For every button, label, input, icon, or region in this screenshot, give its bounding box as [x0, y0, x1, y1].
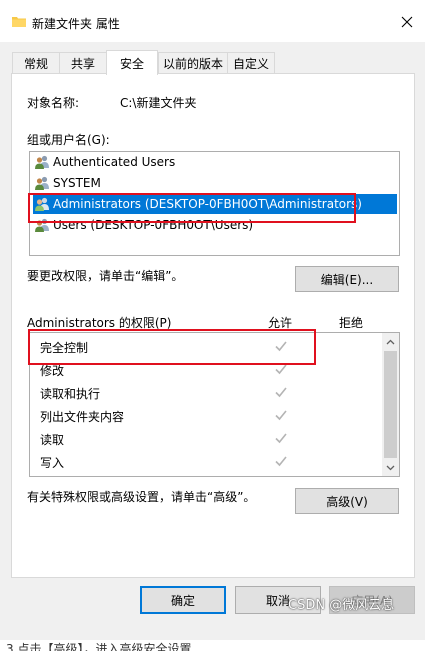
- advanced-button[interactable]: 高级(V): [295, 488, 399, 514]
- scroll-down-button[interactable]: [382, 459, 399, 476]
- properties-dialog: 新建文件夹 属性 常规 共享 安全 以前的版本 自定义 对象名称: C:\新建文…: [0, 0, 425, 640]
- permissions-scrollbar[interactable]: [382, 333, 399, 476]
- window-title: 新建文件夹 属性: [32, 17, 120, 31]
- allow-check-icon: [275, 456, 287, 467]
- permission-row-modify: 修改: [30, 358, 383, 381]
- edit-button-label: 编辑(E)...: [320, 272, 374, 287]
- group-name: Users (DESKTOP-0FBH0OT\Users): [53, 218, 254, 232]
- tab-label: 共享: [70, 57, 95, 71]
- chevron-up-icon: [386, 339, 395, 344]
- permissions-list: 完全控制 修改 读取和执行 列出文件夹内容 读取 写入: [29, 332, 400, 477]
- title-bar: 新建文件夹 属性: [0, 0, 425, 42]
- allow-column-header: 允许: [268, 316, 293, 330]
- allow-check-icon: [275, 387, 287, 398]
- group-item-authenticated-users[interactable]: Authenticated Users: [34, 152, 175, 172]
- close-icon: [401, 16, 413, 28]
- permission-name: 写入: [40, 456, 65, 470]
- tab-label: 常规: [23, 57, 48, 71]
- cancel-button-label: 取消: [265, 593, 290, 608]
- permission-name: 修改: [40, 364, 65, 378]
- group-name: Authenticated Users: [53, 155, 176, 169]
- permission-row-full-control: 完全控制: [30, 335, 383, 358]
- allow-check-icon: [275, 410, 287, 421]
- allow-check-icon: [275, 364, 287, 375]
- permission-name: 读取和执行: [40, 387, 101, 401]
- security-panel: 对象名称: C:\新建文件夹 组或用户名(G): Authenticated U…: [11, 73, 415, 578]
- change-permissions-hint: 要更改权限，请单击“编辑”。: [27, 269, 184, 283]
- permission-row-read: 读取: [30, 427, 383, 450]
- users-icon: [35, 197, 49, 211]
- tab-previous-versions[interactable]: 以前的版本: [158, 52, 228, 74]
- tab-label: 以前的版本: [162, 57, 223, 71]
- permission-name: 完全控制: [40, 341, 89, 355]
- close-button[interactable]: [389, 4, 425, 40]
- permission-name: 读取: [40, 433, 65, 447]
- allow-check-icon: [275, 433, 287, 444]
- permission-name: 列出文件夹内容: [40, 410, 125, 424]
- group-item-administrators[interactable]: Administrators (DESKTOP-0FBH0OT\Administ…: [33, 194, 397, 214]
- edit-button[interactable]: 编辑(E)...: [295, 266, 399, 292]
- allow-check-icon: [275, 341, 287, 352]
- deny-column-header: 拒绝: [339, 316, 364, 330]
- permissions-header: Administrators 的权限(P): [27, 316, 172, 330]
- group-list[interactable]: Authenticated Users SYSTEM Administrator…: [29, 151, 400, 256]
- advanced-hint: 有关特殊权限或高级设置，请单击“高级”。: [27, 490, 256, 504]
- instruction-caption: 3.点击【高级】，进入高级安全设置: [6, 642, 192, 651]
- scroll-up-button[interactable]: [382, 333, 399, 350]
- tab-label: 安全: [119, 56, 144, 71]
- group-name: SYSTEM: [53, 176, 101, 190]
- permission-row-write: 写入: [30, 450, 383, 473]
- permission-row-list-folder: 列出文件夹内容: [30, 404, 383, 427]
- ok-button[interactable]: 确定: [140, 586, 226, 614]
- tab-label: 自定义: [232, 57, 269, 71]
- users-icon: [35, 155, 49, 169]
- tab-general[interactable]: 常规: [12, 52, 60, 74]
- permission-row-read-execute: 读取和执行: [30, 381, 383, 404]
- watermark: CSDN @微风云息: [288, 598, 395, 613]
- tab-sharing[interactable]: 共享: [59, 52, 107, 74]
- ok-button-label: 确定: [170, 593, 195, 608]
- advanced-button-label: 高级(V): [326, 494, 368, 509]
- group-item-system[interactable]: SYSTEM: [34, 173, 101, 193]
- scroll-thumb[interactable]: [384, 351, 397, 458]
- users-icon: [35, 218, 49, 232]
- folder-icon: [12, 17, 26, 27]
- users-icon: [35, 176, 49, 190]
- chevron-down-icon: [386, 465, 395, 470]
- object-name-value: C:\新建文件夹: [120, 96, 197, 110]
- group-name: Administrators (DESKTOP-0FBH0OT\Administ…: [53, 197, 362, 211]
- object-name-label: 对象名称:: [27, 96, 80, 110]
- tab-security[interactable]: 安全: [106, 50, 158, 75]
- group-list-label: 组或用户名(G):: [27, 133, 110, 147]
- tab-customize[interactable]: 自定义: [227, 52, 275, 74]
- group-item-users[interactable]: Users (DESKTOP-0FBH0OT\Users): [34, 215, 253, 235]
